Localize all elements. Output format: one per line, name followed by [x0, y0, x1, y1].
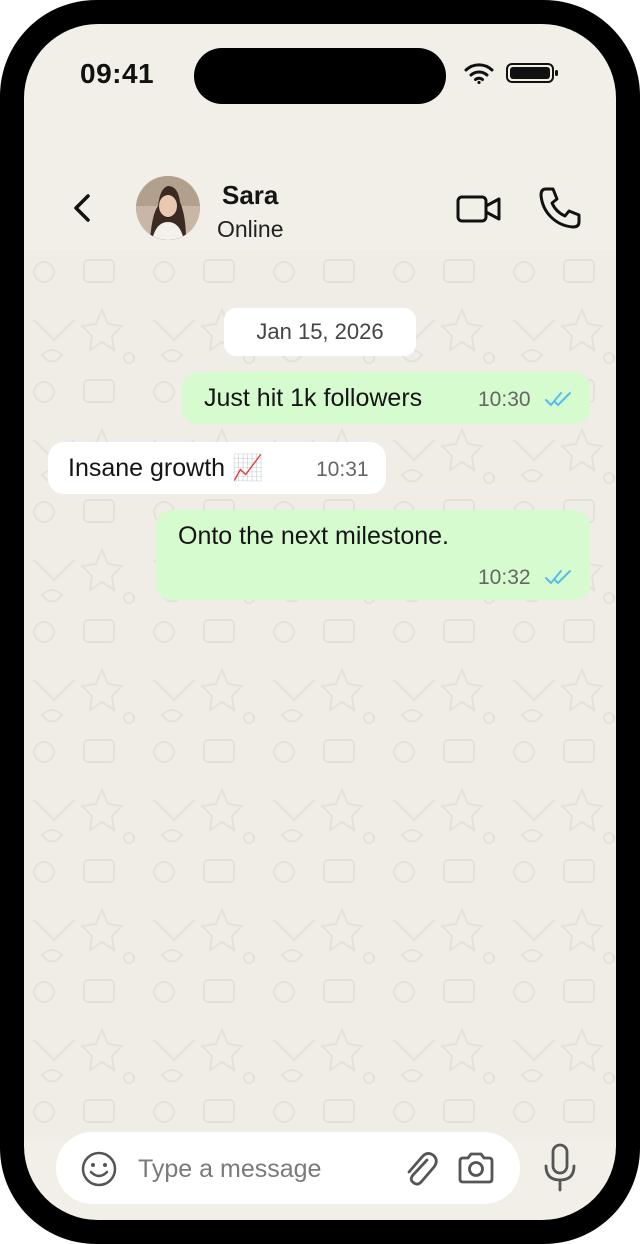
chat-header: Sara Online: [24, 144, 616, 264]
message-text: Just hit 1k followers: [204, 384, 423, 412]
camera-icon[interactable]: [456, 1150, 496, 1186]
status-time: 09:41: [80, 58, 155, 89]
smile-icon[interactable]: [80, 1150, 118, 1188]
phone-icon[interactable]: [536, 184, 584, 232]
double-check-icon: [545, 392, 571, 406]
message-composer: [56, 1132, 520, 1204]
message-input[interactable]: [136, 1146, 390, 1192]
chevron-left-icon[interactable]: [68, 188, 96, 228]
phone-frame: 09:41 Sara Online Jan 15, 2026 Just hit …: [0, 0, 640, 1244]
message-bubble-outgoing[interactable]: Onto the next milestone. 10:32: [156, 510, 590, 600]
wifi-icon: [464, 63, 494, 84]
date-separator: Jan 15, 2026: [224, 308, 416, 356]
message-bubble-outgoing[interactable]: Just hit 1k followers 10:30: [182, 372, 590, 424]
contact-status: Online: [217, 216, 284, 242]
battery-icon: [506, 63, 558, 83]
dynamic-island: [194, 48, 446, 104]
status-icons: [464, 62, 560, 84]
screen: 09:41 Sara Online Jan 15, 2026 Just hit …: [24, 24, 616, 1220]
message-time: 10:31: [316, 458, 369, 481]
contact-name[interactable]: Sara: [222, 180, 278, 211]
message-bubble-incoming[interactable]: Insane growth 📈 10:31: [48, 442, 386, 494]
avatar[interactable]: [136, 176, 200, 240]
video-camera-icon[interactable]: [456, 194, 502, 224]
message-time: 10:30: [478, 388, 531, 411]
double-check-icon: [545, 570, 571, 584]
paperclip-icon[interactable]: [400, 1148, 440, 1188]
microphone-icon[interactable]: [542, 1142, 578, 1194]
chat-area[interactable]: Jan 15, 2026 Just hit 1k followers 10:30…: [24, 250, 616, 1140]
message-text: Onto the next milestone.: [178, 522, 449, 550]
message-text: Insane growth 📈: [68, 454, 264, 482]
message-time: 10:32: [478, 566, 531, 589]
